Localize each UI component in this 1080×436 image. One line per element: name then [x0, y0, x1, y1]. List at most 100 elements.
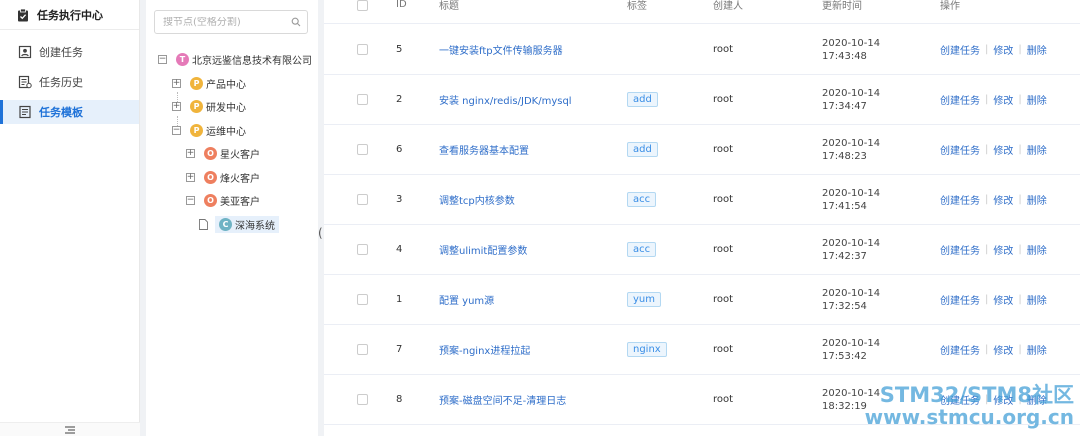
- col-header-updated[interactable]: 更新时间: [822, 0, 862, 16]
- collapse-toggle[interactable]: −: [172, 125, 181, 135]
- tree-badge: P: [190, 76, 203, 90]
- cell-title-link[interactable]: 配置 yum源: [439, 275, 494, 324]
- row-checkbox[interactable]: [357, 175, 368, 224]
- edit-link[interactable]: 修改: [993, 142, 1013, 157]
- create-task-link[interactable]: 创建任务: [940, 292, 980, 307]
- sidebar-item-task-history[interactable]: 任务历史: [0, 70, 139, 94]
- cell-title-link[interactable]: 查看服务器基本配置: [439, 125, 529, 174]
- row-checkbox[interactable]: [357, 125, 368, 174]
- sidebar-item-create-task[interactable]: 创建任务: [0, 40, 139, 64]
- tree-node-rd-center[interactable]: + P 研发中心: [172, 97, 246, 115]
- row-checkbox[interactable]: [357, 225, 368, 274]
- edit-link[interactable]: 修改: [993, 92, 1013, 107]
- updated-date: 2020-10-14: [822, 287, 881, 299]
- delete-link[interactable]: 删除: [1027, 342, 1047, 357]
- cell-updated: 2020-10-14 17:32:54: [822, 275, 880, 324]
- tree-node-ops-center[interactable]: − P 运维中心: [172, 121, 246, 139]
- sidebar-collapse-toggle[interactable]: [0, 422, 140, 436]
- create-task-link[interactable]: 创建任务: [940, 42, 980, 57]
- history-list-icon: [18, 75, 32, 89]
- tree-node-fenghuo[interactable]: + O 烽火客户: [186, 168, 260, 186]
- edit-link[interactable]: 修改: [993, 292, 1013, 307]
- row-checkbox[interactable]: [357, 275, 368, 324]
- cell-actions: 创建任务 | 修改 | 删除: [940, 25, 1047, 74]
- col-header-tag[interactable]: 标签: [627, 0, 647, 16]
- updated-time: 18:32:19: [822, 400, 867, 412]
- updated-date: 2020-10-14: [822, 37, 881, 49]
- edit-link[interactable]: 修改: [993, 342, 1013, 357]
- tree-search-input[interactable]: [155, 16, 283, 28]
- edit-link[interactable]: 修改: [993, 392, 1013, 407]
- create-task-link[interactable]: 创建任务: [940, 92, 980, 107]
- cell-title-link[interactable]: 预案-nginx进程拉起: [439, 325, 530, 374]
- tree-node-shenhai[interactable]: C 深海系统: [199, 215, 279, 233]
- tree-badge: O: [204, 146, 217, 160]
- expand-toggle[interactable]: +: [172, 101, 181, 111]
- updated-date: 2020-10-14: [822, 187, 881, 199]
- create-task-link[interactable]: 创建任务: [940, 342, 980, 357]
- row-checkbox[interactable]: [357, 75, 368, 124]
- updated-time: 17:53:42: [822, 350, 867, 362]
- expand-toggle[interactable]: +: [186, 172, 195, 182]
- tree-node-label: 北京远鉴信息技术有限公司: [192, 55, 312, 67]
- create-task-link[interactable]: 创建任务: [940, 192, 980, 207]
- tag-badge: nginx: [627, 342, 667, 357]
- cell-actions: 创建任务 | 修改 | 删除: [940, 175, 1047, 224]
- action-separator: |: [985, 244, 989, 255]
- updated-time: 17:41:54: [822, 200, 867, 212]
- tree-badge: O: [204, 170, 217, 184]
- edit-link[interactable]: 修改: [993, 192, 1013, 207]
- clipboard-icon: [16, 8, 30, 22]
- col-header-id[interactable]: ID: [396, 0, 407, 16]
- cell-id: 4: [396, 244, 403, 255]
- tree-node-root[interactable]: − T 北京远鉴信息技术有限公司: [158, 50, 312, 68]
- expand-toggle[interactable]: +: [172, 78, 181, 88]
- cell-tag: add: [627, 125, 658, 174]
- cell-title-link[interactable]: 一键安装ftp文件传输服务器: [439, 25, 563, 74]
- table-row: 7 预案-nginx进程拉起 nginx root 2020-10-14 17:53:42…: [324, 325, 1080, 375]
- cell-actions: 创建任务 | 修改 | 删除: [940, 275, 1047, 324]
- search-icon[interactable]: [291, 17, 301, 27]
- edit-link[interactable]: 修改: [993, 42, 1013, 57]
- create-task-link[interactable]: 创建任务: [940, 392, 980, 407]
- tree-node-label: 深海系统: [235, 220, 275, 232]
- delete-link[interactable]: 删除: [1027, 242, 1047, 257]
- action-separator: |: [1018, 394, 1022, 405]
- delete-link[interactable]: 删除: [1027, 42, 1047, 57]
- cell-title-link[interactable]: 调整ulimit配置参数: [439, 225, 527, 274]
- expand-toggle[interactable]: +: [186, 148, 195, 158]
- col-header-title[interactable]: 标题: [439, 0, 459, 16]
- table-row: 3 调整tcp内核参数 acc root 2020-10-14 17:41:54 创建任务 |…: [324, 175, 1080, 225]
- tree-node-meiya[interactable]: − O 美亚客户: [186, 191, 260, 209]
- delete-link[interactable]: 删除: [1027, 92, 1047, 107]
- cell-updated: 2020-10-14 17:48:23: [822, 125, 880, 174]
- create-task-link[interactable]: 创建任务: [940, 242, 980, 257]
- col-header-creator[interactable]: 创建人: [713, 0, 743, 16]
- tree-node-xinghuo[interactable]: + O 星火客户: [186, 144, 260, 162]
- create-task-link[interactable]: 创建任务: [940, 142, 980, 157]
- tree-node-product-center[interactable]: + P 产品中心: [172, 74, 246, 92]
- updated-date: 2020-10-14: [822, 237, 881, 249]
- table-row: 4 调整ulimit配置参数 acc root 2020-10-14 17:42:37 创建…: [324, 225, 1080, 275]
- delete-link[interactable]: 删除: [1027, 292, 1047, 307]
- cell-title-link[interactable]: 安装 nginx/redis/JDK/mysql: [439, 75, 572, 124]
- cell-creator: root: [713, 144, 734, 155]
- cell-title-link[interactable]: 调整tcp内核参数: [439, 175, 515, 224]
- delete-link[interactable]: 删除: [1027, 192, 1047, 207]
- delete-link[interactable]: 删除: [1027, 142, 1047, 157]
- row-checkbox[interactable]: [357, 375, 368, 424]
- row-checkbox[interactable]: [357, 325, 368, 374]
- cell-id: 3: [396, 194, 403, 205]
- tree-badge: P: [190, 99, 203, 113]
- delete-link[interactable]: 删除: [1027, 392, 1047, 407]
- collapse-toggle[interactable]: −: [186, 195, 195, 205]
- table-row: 2 安装 nginx/redis/JDK/mysql add root 2020-10-…: [324, 75, 1080, 125]
- collapse-toggle[interactable]: −: [158, 54, 167, 64]
- sidebar-item-task-template[interactable]: 任务模板: [0, 100, 139, 124]
- tree-node-label: 研发中心: [206, 102, 246, 114]
- cell-tag: yum: [627, 275, 661, 324]
- edit-link[interactable]: 修改: [993, 242, 1013, 257]
- select-all-checkbox[interactable]: [357, 0, 368, 17]
- cell-title-link[interactable]: 预案-磁盘空间不足-清理日志: [439, 375, 566, 424]
- row-checkbox[interactable]: [357, 25, 368, 74]
